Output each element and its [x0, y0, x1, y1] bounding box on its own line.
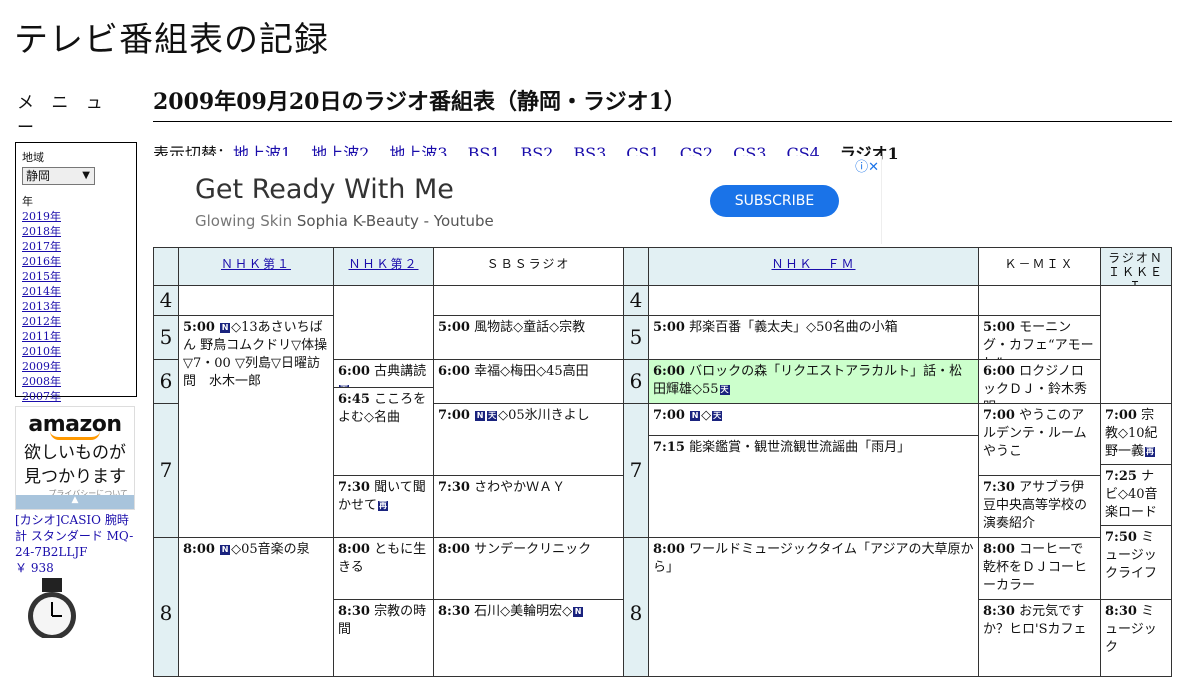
program-cell[interactable]: 8:00 ともに生きる [333, 537, 434, 600]
product-card: [カシオ]CASIO 腕時計 スタンダード MQ-24-7B2LLJF ￥ 93… [15, 512, 140, 576]
year-link-2007[interactable]: 2007年 [22, 389, 131, 404]
program-cell[interactable]: 7:15 能楽鑑賞・観世流観世流謡曲「雨月」 [648, 435, 979, 538]
program-cell-empty [433, 285, 624, 316]
subscribe-button[interactable]: SUBSCRIBE [710, 185, 839, 217]
year-link-2012[interactable]: 2012年 [22, 314, 131, 329]
program-cell[interactable]: 7:30 アサブラ伊豆中央高等学校の演奏紹介 [978, 475, 1101, 538]
channel-header-sbs: ＳＢＳラジオ [433, 247, 624, 286]
program-cell[interactable]: 6:45 こころをよむ◇名曲 [333, 387, 434, 476]
ad-info-close-icon[interactable]: ⓘ✕ [855, 156, 879, 175]
program-cell-empty [648, 285, 979, 316]
hour-cell: 7 [153, 403, 179, 538]
region-select-value: 静岡 [26, 169, 51, 183]
year-link-2009[interactable]: 2009年 [22, 359, 131, 374]
program-cell[interactable]: 8:30 石川◇美輪明宏◇ N [433, 599, 624, 677]
menu-heading: メ ニ ュ ー [17, 93, 109, 138]
program-cell-empty [178, 285, 334, 316]
year-link-2011[interactable]: 2011年 [22, 329, 131, 344]
channel-link-nhkfm[interactable]: ＮＨＫ ＦＭ [771, 257, 855, 271]
ad-headline: Get Ready With Me [195, 174, 454, 205]
hour-cell: 4 [623, 285, 649, 316]
program-cell[interactable]: 8:00 コーヒーで乾杯をＤＪコーヒーカラー [978, 537, 1101, 600]
year-list: 2019年 2018年 2017年 2016年 2015年 2014年 2013… [22, 209, 131, 404]
hour-cell: 5 [153, 315, 179, 360]
product-price[interactable]: ￥ 938 [15, 561, 54, 575]
program-cell[interactable]: 8:30 宗教の時間 [333, 599, 434, 677]
program-cell[interactable]: 5:00 N ◇13あさいちばん 野鳥コムクドリ▽体操▽7・00 ▽列島▽日曜訪問… [178, 315, 334, 538]
program-cell[interactable]: 7:00 N ◇ 天 [648, 403, 979, 436]
program-cell-empty [333, 285, 434, 360]
year-link-2018[interactable]: 2018年 [22, 224, 131, 239]
program-cell[interactable]: 7:00 宗教◇10紀野一義再 [1100, 403, 1172, 465]
year-link-2017[interactable]: 2017年 [22, 239, 131, 254]
program-cell[interactable]: 7:30 聞いて聞かせて再 [333, 475, 434, 538]
page-title: 2009年09月20日のラジオ番組表（静岡・ラジオ1） [153, 84, 1172, 122]
channel-header-nikkei: ラジオＮＩＫＫＥＩ [1100, 247, 1172, 286]
ad-sub1: Glowing Skin [195, 212, 293, 230]
sidebar-menu: メ ニ ュ ー 地域 静岡 ▼ 年 2019年 2018年 2017年 2016… [15, 88, 137, 403]
program-cell[interactable]: 8:30 お元気ですか？ヒロ'Sカフェ [978, 599, 1101, 677]
channel-header-kmix: Ｋ－ＭＩＸ [978, 247, 1101, 286]
program-cell[interactable]: 6:00 ロクジノロックＤＪ・鈴木秀明 [978, 359, 1101, 404]
program-cell-empty [1100, 285, 1172, 404]
year-link-2019[interactable]: 2019年 [22, 209, 131, 224]
hour-cell: 6 [623, 359, 649, 404]
year-link-2016[interactable]: 2016年 [22, 254, 131, 269]
hour-cell: 6 [153, 359, 179, 404]
amazon-logo: amazon [28, 412, 122, 437]
hour-cell: 5 [623, 315, 649, 360]
hour-cell: 7 [623, 403, 649, 538]
region-select[interactable]: 静岡 ▼ [22, 167, 95, 185]
program-cell[interactable]: 8:00 サンデークリニック [433, 537, 624, 600]
channel-link-nhk2[interactable]: ＮＨＫ第２ [348, 257, 418, 271]
program-cell-empty [978, 285, 1101, 316]
channel-header-nhk1: ＮＨＫ第１ [178, 247, 334, 286]
program-cell[interactable]: 8:30 ミュージック [1100, 599, 1172, 677]
program-cell[interactable]: 7:50 ミュージックライフ [1100, 525, 1172, 600]
ad-subline: Glowing Skin Sophia K-Beauty - Youtube [195, 212, 494, 230]
ad-sub2: Sophia K-Beauty - Youtube [296, 212, 494, 230]
amazon-ad-line2: 見つかります [24, 467, 126, 487]
program-cell[interactable]: 7:00 やうこのアルデンテ・ルームやうこ [978, 403, 1101, 476]
chevron-down-icon: ▼ [82, 170, 90, 181]
hour-cell: 8 [623, 537, 649, 677]
watch-image[interactable] [20, 578, 84, 638]
amazon-ad[interactable]: amazon 欲しいものが 見つかります プライバシーについて ▲ [15, 406, 135, 510]
region-label: 地域 [22, 151, 44, 164]
program-cell[interactable]: 6:00 古典講読再 [333, 359, 434, 388]
program-cell[interactable]: 8:00 ワールドミュージックタイム「アジアの大草原から」 [648, 537, 979, 677]
year-link-2008[interactable]: 2008年 [22, 374, 131, 389]
program-cell[interactable]: 5:00 モーニング・カフェ“アモーレ” [978, 315, 1101, 360]
channel-link-nhk1[interactable]: ＮＨＫ第１ [221, 257, 291, 271]
program-cell[interactable]: 7:00 N 天 ◇05氷川きよし [433, 403, 624, 476]
program-cell[interactable]: 5:00 邦楽百番「義太夫」◇50名曲の小箱 [648, 315, 979, 360]
program-cell[interactable]: 7:25 ナビ◇40音楽ロード [1100, 464, 1172, 526]
year-link-2010[interactable]: 2010年 [22, 344, 131, 359]
channel-header-nhk2: ＮＨＫ第２ [333, 247, 434, 286]
menu-box: 地域 静岡 ▼ 年 2019年 2018年 2017年 2016年 2015年 … [15, 142, 137, 403]
corner-cell-2 [623, 247, 649, 286]
program-cell-highlighted[interactable]: 6:00 バロックの森「リクエストアラカルト」話・松田輝雄◇55 天 [648, 359, 979, 404]
banner-ad[interactable]: ⓘ✕ Get Ready With Me Glowing Skin Sophia… [153, 156, 882, 244]
year-link-2014[interactable]: 2014年 [22, 284, 131, 299]
amazon-ad-line1: 欲しいものが [24, 443, 126, 463]
corner-cell [153, 247, 179, 286]
year-link-2013[interactable]: 2013年 [22, 299, 131, 314]
program-cell[interactable]: 5:00 風物誌◇童話◇宗教 [433, 315, 624, 360]
product-title-link[interactable]: [カシオ]CASIO 腕時計 スタンダード MQ-24-7B2LLJF [15, 513, 133, 559]
program-cell[interactable]: 8:00 N ◇05音楽の泉 [178, 537, 334, 677]
schedule-grid: ＮＨＫ第１ ＮＨＫ第２ ＳＢＳラジオ ＮＨＫ ＦＭ Ｋ－ＭＩＸ ラジオＮＩＫＫＥ… [153, 247, 1172, 677]
channel-header-nhkfm: ＮＨＫ ＦＭ [648, 247, 979, 286]
year-link-2015[interactable]: 2015年 [22, 269, 131, 284]
chevron-up-icon[interactable]: ▲ [16, 495, 134, 509]
main-content: 2009年09月20日のラジオ番組表（静岡・ラジオ1） 表示切替：地上波1 地上波… [153, 84, 1172, 164]
hour-cell: 8 [153, 537, 179, 677]
program-cell[interactable]: 6:00 幸福◇梅田◇45高田 [433, 359, 624, 404]
program-cell[interactable]: 7:30 さわやかＷＡＹ [433, 475, 624, 538]
year-label: 年 [22, 195, 33, 208]
site-title: テレビ番組表の記録 [14, 20, 329, 60]
hour-cell: 4 [153, 285, 179, 316]
